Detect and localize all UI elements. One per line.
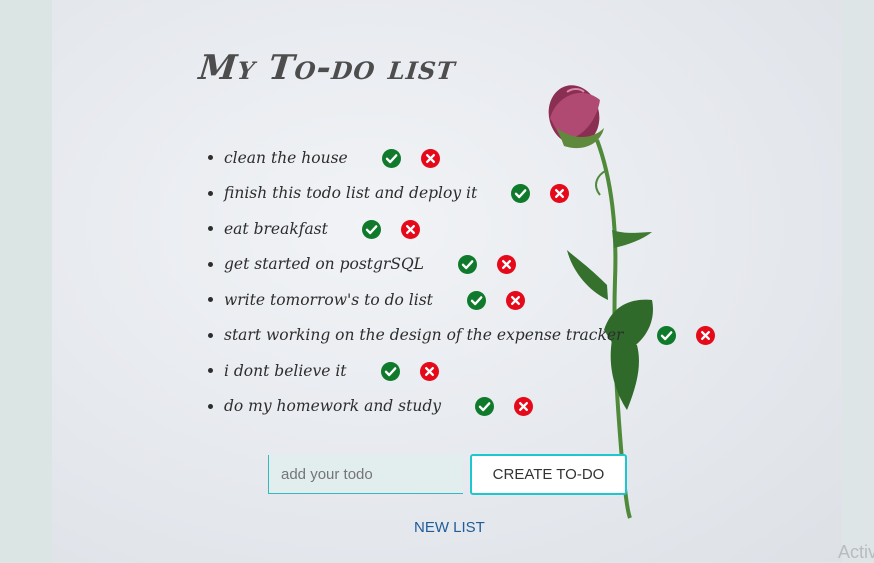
create-todo-button[interactable]: CREATE TO-DO <box>470 454 627 495</box>
todo-list: clean the house finish this todo list an… <box>202 140 716 425</box>
check-circle-icon[interactable] <box>475 397 494 416</box>
todo-item: eat breakfast <box>224 211 715 247</box>
x-circle-icon[interactable] <box>696 326 716 345</box>
x-circle-icon[interactable] <box>420 148 440 168</box>
check-circle-icon[interactable] <box>511 184 531 203</box>
activate-windows-watermark: Activ <box>838 542 874 562</box>
todo-text: do my homework and study <box>224 397 441 415</box>
todo-item: start working on the design of the expen… <box>224 318 716 354</box>
todo-text: start working on the design of the expen… <box>224 326 624 344</box>
todo-item: i dont believe it <box>224 353 715 389</box>
todo-item: get started on postgrSQL <box>224 247 715 283</box>
check-circle-icon[interactable] <box>657 326 677 345</box>
todo-input[interactable] <box>268 455 463 494</box>
todo-text: finish this todo list and deploy it <box>224 184 478 202</box>
check-circle-icon[interactable] <box>466 290 486 310</box>
check-circle-icon[interactable] <box>457 255 477 274</box>
x-circle-icon[interactable] <box>496 255 516 274</box>
x-circle-icon[interactable] <box>550 184 570 203</box>
todo-card: My To-do list clean the house finish thi… <box>52 0 842 562</box>
x-circle-icon[interactable] <box>505 290 525 310</box>
new-list-link[interactable]: NEW LIST <box>414 519 485 536</box>
check-circle-icon[interactable] <box>381 148 401 168</box>
todo-item: write tomorrow's to do list <box>224 282 715 318</box>
right-margin <box>842 0 874 562</box>
todo-text: get started on postgrSQL <box>224 255 424 273</box>
check-circle-icon[interactable] <box>380 361 400 381</box>
todo-text: eat breakfast <box>224 219 328 238</box>
x-circle-icon[interactable] <box>400 219 420 239</box>
left-margin <box>0 0 52 562</box>
check-circle-icon[interactable] <box>361 219 381 239</box>
x-circle-icon[interactable] <box>514 397 533 416</box>
todo-text: clean the house <box>224 148 348 167</box>
todo-item: do my homework and study <box>224 389 715 425</box>
x-circle-icon[interactable] <box>419 361 439 381</box>
todo-item: finish this todo list and deploy it <box>224 176 715 212</box>
page-title: My To-do list <box>196 48 458 88</box>
todo-item: clean the house <box>224 140 715 176</box>
todo-text: i dont believe it <box>224 361 347 380</box>
todo-text: write tomorrow's to do list <box>224 290 433 309</box>
